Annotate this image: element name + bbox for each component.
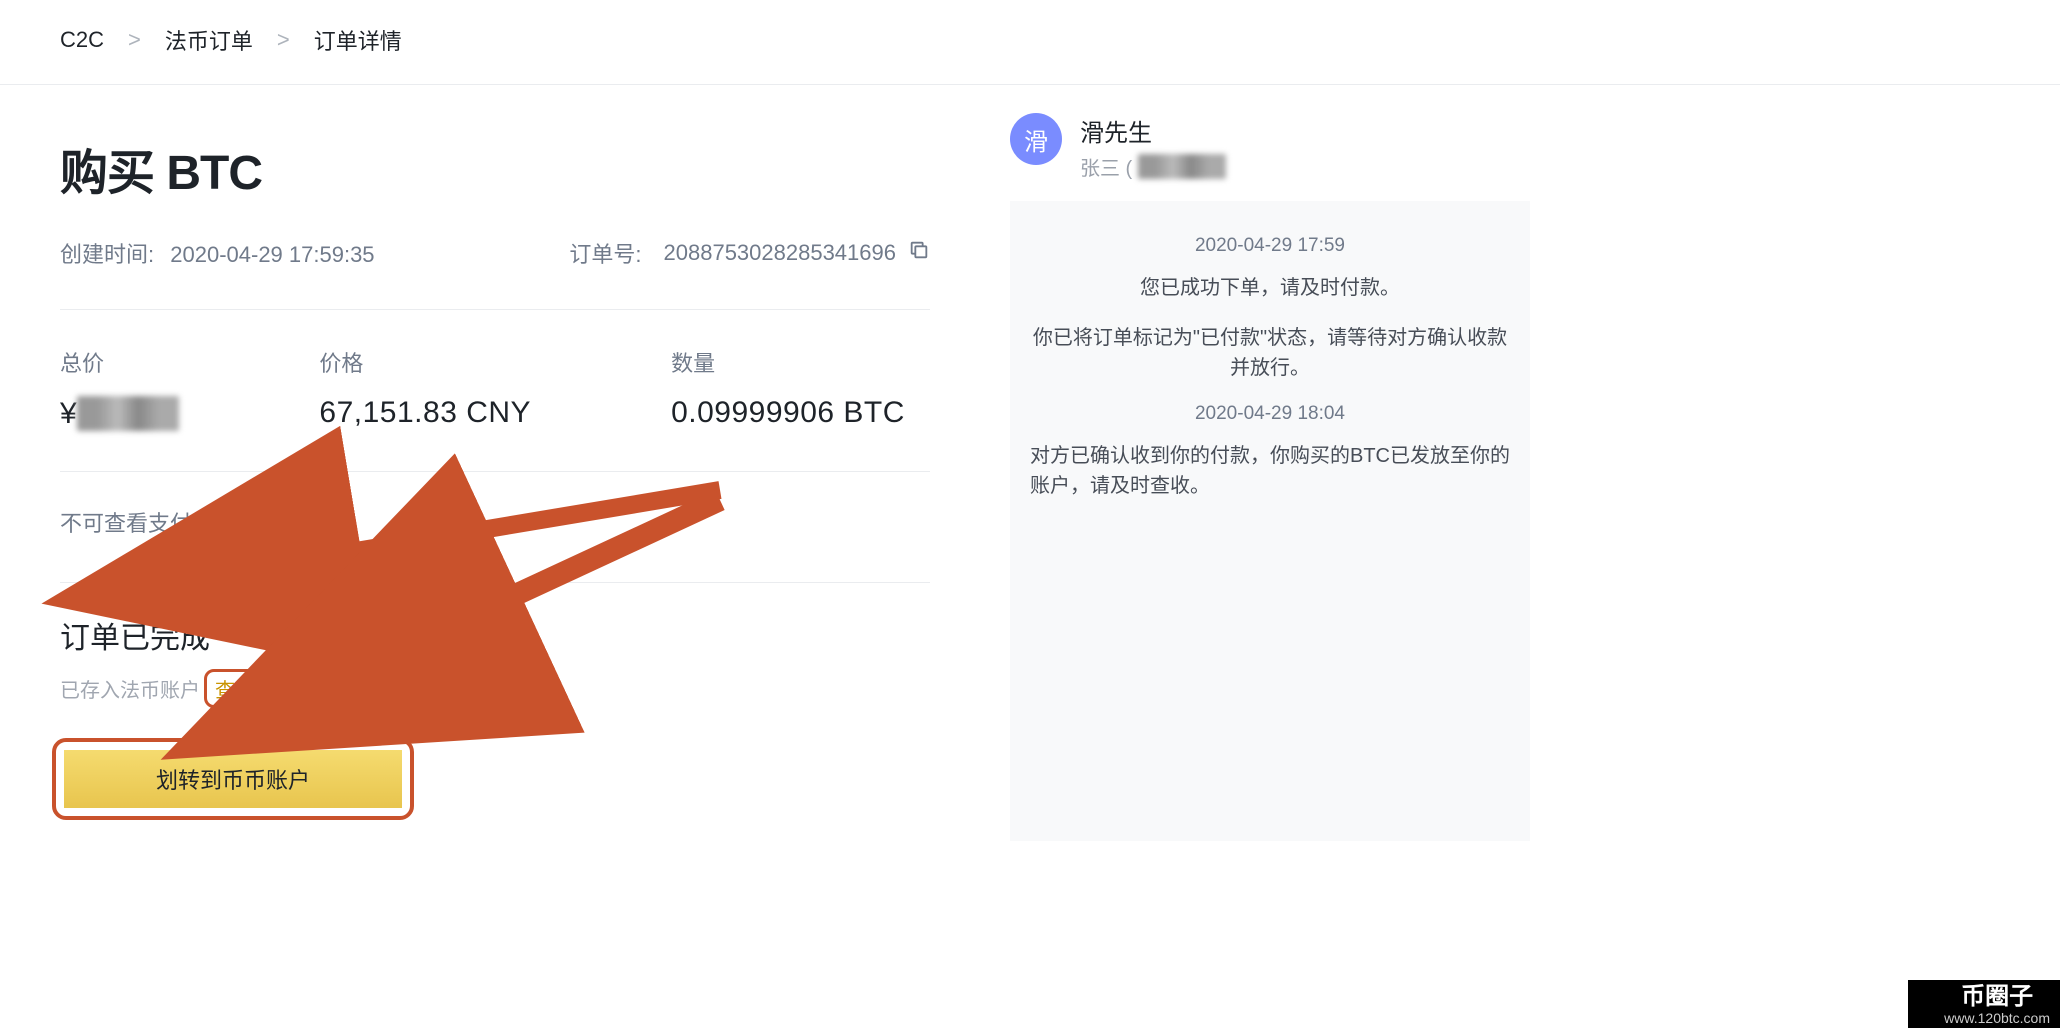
transfer-button-highlight: 划转到币币账户 [52, 738, 414, 820]
seller-sub-masked: ▮▮▮▮▮▮▮▮ [1138, 154, 1226, 179]
transfer-to-spot-button[interactable]: 划转到币币账户 [64, 750, 402, 808]
order-meta: 创建时间: 2020-04-29 17:59:35 订单号: 208875302… [60, 237, 930, 310]
breadcrumb-leaf: 订单详情 [314, 24, 402, 56]
view-assets-link[interactable]: 查看资产 [204, 669, 306, 708]
chat-timestamp: 2020-04-29 17:59 [1028, 235, 1512, 257]
quantity-value: 0.09999906 BTC [671, 396, 905, 430]
avatar: 滑 [1010, 113, 1062, 165]
order-number-label: 订单号: [569, 237, 641, 269]
created-time-value: 2020-04-29 17:59:35 [170, 242, 374, 267]
chat-body: 2020-04-29 17:59 您已成功下单，请及时付款。 你已将订单标记为"… [1010, 201, 1530, 841]
breadcrumb-root[interactable]: C2C [60, 27, 104, 53]
seller-card: 滑 滑先生 张三 ( ▮▮▮▮▮▮▮▮ [1010, 105, 1530, 201]
chat-message: 对方已确认收到你的付款，你购买的BTC已发放至你的账户，请及时查收。 [1028, 441, 1512, 501]
watermark: 币圈子 www.120btc.com [1908, 980, 2060, 1028]
chat-timestamp: 2020-04-29 18:04 [1028, 403, 1512, 425]
deposited-text: 已存入法币账户 [60, 674, 200, 703]
chat-message: 你已将订单标记为"已付款"状态，请等待对方确认收款并放行。 [1028, 323, 1512, 383]
breadcrumb-separator: > [277, 27, 290, 53]
order-main: 购买 BTC 创建时间: 2020-04-29 17:59:35 订单号: 20… [60, 105, 960, 841]
created-time-label: 创建时间: [60, 242, 154, 267]
payment-method-note: 不可查看支付方式 [60, 471, 930, 583]
page-title: 购买 BTC [60, 133, 930, 203]
quantity-label: 数量 [671, 346, 905, 378]
chat-message: 您已成功下单，请及时付款。 [1028, 273, 1512, 303]
watermark-url: www.120btc.com [1944, 1011, 2050, 1026]
order-number-value: 208875302828534169​6 [664, 240, 896, 266]
seller-subtext: 张三 ( [1080, 152, 1132, 181]
unit-price-label: 价格 [319, 346, 531, 378]
order-complete-section: 订单已完成 已存入法币账户 查看资产 划转到币币账户 [60, 583, 930, 820]
breadcrumb-mid[interactable]: 法币订单 [165, 24, 253, 56]
breadcrumb: C2C > 法币订单 > 订单详情 [0, 0, 2060, 85]
watermark-brand: 币圈子 [1961, 984, 2033, 1010]
total-price-label: 总价 [60, 346, 179, 378]
copy-icon[interactable] [908, 239, 930, 267]
unit-price-value: 67,151.83 CNY [319, 396, 531, 430]
total-price-value: ¥▮▮▮▮▮2 [60, 396, 179, 431]
order-stats: 总价 ¥▮▮▮▮▮2 价格 67,151.83 CNY 数量 0.0999990… [60, 310, 930, 471]
breadcrumb-separator: > [128, 27, 141, 53]
seller-name: 滑先生 [1080, 113, 1226, 148]
order-complete-heading: 订单已完成 [60, 613, 930, 657]
chat-panel: 滑 滑先生 张三 ( ▮▮▮▮▮▮▮▮ 2020-04-29 17:59 您已成… [1010, 105, 1530, 841]
